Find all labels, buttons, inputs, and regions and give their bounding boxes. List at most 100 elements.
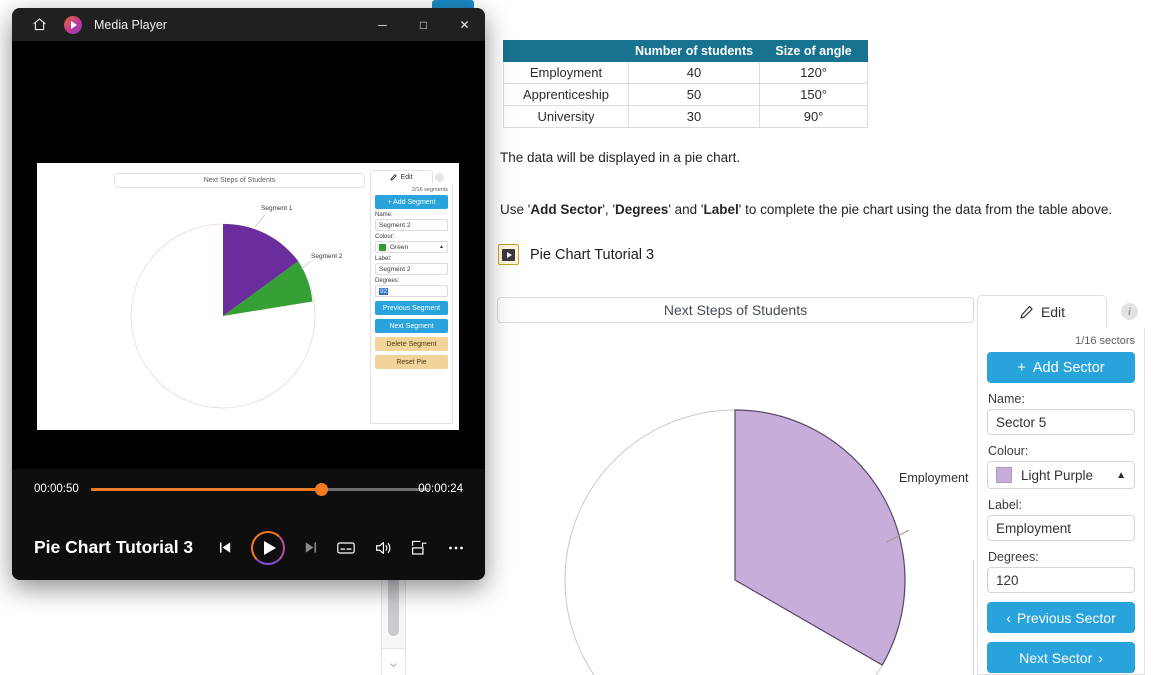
name-input[interactable] [987, 409, 1135, 435]
table-row: Employment 40 120° [504, 62, 868, 84]
video-segment-counter: 2/16 segments [375, 187, 448, 193]
video-heading-label: Pie Chart Tutorial 3 [530, 247, 654, 263]
video-edit-panel: Edit 2/16 segments + Add Segment Name: S… [370, 170, 457, 425]
sector-counter: 1/16 sectors [987, 335, 1135, 347]
video-degrees-label: Degrees: [375, 278, 448, 284]
lesson-paragraph-1: The data will be displayed in a pie char… [500, 150, 740, 165]
add-sector-button[interactable]: + Add Sector [987, 352, 1135, 383]
page-divider [973, 560, 974, 675]
play-button[interactable] [251, 531, 285, 565]
video-label-label: Label: [375, 256, 448, 262]
table-header-row: Number of students Size of angle [504, 41, 868, 62]
tab-edit-label: Edit [1041, 304, 1065, 320]
colour-select[interactable]: Light Purple ▲ [987, 461, 1135, 489]
chart-title-input[interactable]: Next Steps of Students [497, 297, 974, 323]
edit-panel: Edit i 1/16 sectors + Add Sector Name: C… [977, 295, 1152, 675]
scroll-down-button[interactable]: ⌄ [382, 648, 405, 675]
video-next-segment-label: Next Segment [389, 323, 433, 330]
chevron-up-icon: ▲ [1116, 470, 1126, 481]
subtitles-button[interactable] [336, 538, 356, 558]
time-remaining: 00:00:24 [418, 483, 463, 495]
previous-sector-button[interactable]: ‹ Previous Sector [987, 602, 1135, 633]
maximize-icon[interactable]: □ [403, 8, 444, 41]
media-player-titlebar[interactable]: Media Player ─ □ ✕ [12, 8, 485, 41]
video-play-icon [498, 244, 519, 265]
media-player-controls: 00:00:50 00:00:24 Pie Chart Tutorial 3 [12, 469, 485, 580]
video-colour-select: Green ▲ [375, 241, 448, 253]
video-add-segment-label: + Add Segment [387, 199, 435, 206]
student-data-table: Number of students Size of angle Employm… [503, 40, 868, 128]
table-cell-students: 40 [629, 62, 760, 84]
video-previous-segment-button: Previous Segment [375, 301, 448, 315]
now-playing-title: Pie Chart Tutorial 3 [34, 537, 193, 558]
next-track-button[interactable] [302, 539, 319, 556]
video-edit-panel-body: 2/16 segments + Add Segment Name: Segmen… [370, 184, 453, 424]
video-reset-pie-button: Reset Pie [375, 355, 448, 369]
lesson-paragraph-2: Use 'Add Sector', 'Degrees' and 'Label' … [500, 202, 1112, 217]
table-cell-label: Employment [504, 62, 629, 84]
more-options-button[interactable] [446, 538, 466, 558]
paragraph-2-pre: Use ' [500, 202, 530, 217]
video-add-segment-button: + Add Segment [375, 195, 448, 209]
term-add-sector: Add Sector [530, 202, 602, 217]
video-chevron-up-icon: ▲ [439, 244, 444, 250]
pencil-edit-icon [1019, 305, 1034, 320]
pie-chart-svg [495, 330, 975, 675]
add-sector-plus: + [1017, 360, 1025, 376]
seek-slider[interactable] [91, 488, 429, 491]
video-name-label: Name: [375, 212, 448, 218]
pie-chart-canvas[interactable]: Employment [495, 330, 975, 675]
table-row: Apprenticeship 50 150° [504, 84, 868, 106]
video-label-input: Segment 2 [375, 263, 448, 275]
next-sector-button[interactable]: Next Sector › [987, 642, 1135, 673]
table-cell-label: University [504, 106, 629, 128]
video-heading[interactable]: Pie Chart Tutorial 3 [495, 244, 654, 265]
volume-button[interactable] [373, 538, 393, 558]
table-cell-angle: 90° [760, 106, 868, 128]
video-segment-2-label: Segment 2 [311, 253, 342, 260]
pie-chart-app: Next Steps of Students Employment [495, 290, 1160, 675]
edit-panel-body: 1/16 sectors + Add Sector Name: Colour: … [977, 328, 1145, 675]
video-chart-title: Next Steps of Students [114, 173, 365, 188]
table-header-students: Number of students [629, 41, 760, 62]
next-sector-chevron-icon: › [1098, 650, 1103, 666]
table-header-angle: Size of angle [760, 41, 868, 62]
mini-player-button[interactable] [410, 538, 429, 557]
video-name-input: Segment 2 [375, 219, 448, 231]
media-player-window: Media Player ─ □ ✕ Next Steps of Student… [12, 8, 485, 580]
table-row: University 30 90° [504, 106, 868, 128]
table-cell-label: Apprenticeship [504, 84, 629, 106]
video-colour-swatch [379, 244, 386, 251]
seek-progress-fill [91, 488, 321, 491]
pie-slice-employment [735, 410, 905, 665]
video-pie-chart: Segment 1 Segment 2 [115, 191, 365, 426]
home-icon[interactable] [24, 11, 54, 39]
video-name-value: Segment 2 [379, 222, 410, 229]
video-next-segment-button: Next Segment [375, 319, 448, 333]
add-sector-label: Add Sector [1033, 360, 1105, 376]
tab-edit[interactable]: Edit [977, 295, 1107, 328]
time-elapsed: 00:00:50 [34, 483, 79, 495]
video-tab-info [434, 171, 446, 183]
media-player-logo-icon [64, 16, 82, 34]
previous-sector-chevron-icon: ‹ [1006, 610, 1011, 626]
label-input[interactable] [987, 515, 1135, 541]
video-colour-label: Colour: [375, 234, 448, 240]
term-degrees: Degrees [615, 202, 668, 217]
video-degrees-input: 92 [375, 285, 448, 297]
video-colour-value: Green [390, 244, 408, 251]
seek-knob[interactable] [315, 483, 328, 496]
tab-info[interactable]: i [1107, 295, 1152, 328]
previous-track-button[interactable] [217, 539, 234, 556]
chart-title-text: Next Steps of Students [664, 302, 807, 318]
minimize-icon[interactable]: ─ [362, 8, 403, 41]
video-surface[interactable]: Next Steps of Students Segment 1 Segment… [12, 41, 485, 469]
colour-swatch [996, 467, 1012, 483]
video-delete-segment-label: Delete Segment [386, 341, 436, 348]
video-info-icon [435, 173, 444, 182]
video-pencil-edit-icon [390, 174, 397, 181]
transport-buttons [217, 531, 466, 565]
close-icon[interactable]: ✕ [444, 8, 485, 41]
lesson-page-content: Number of students Size of angle Employm… [495, 0, 1160, 675]
degrees-input[interactable] [987, 567, 1135, 593]
